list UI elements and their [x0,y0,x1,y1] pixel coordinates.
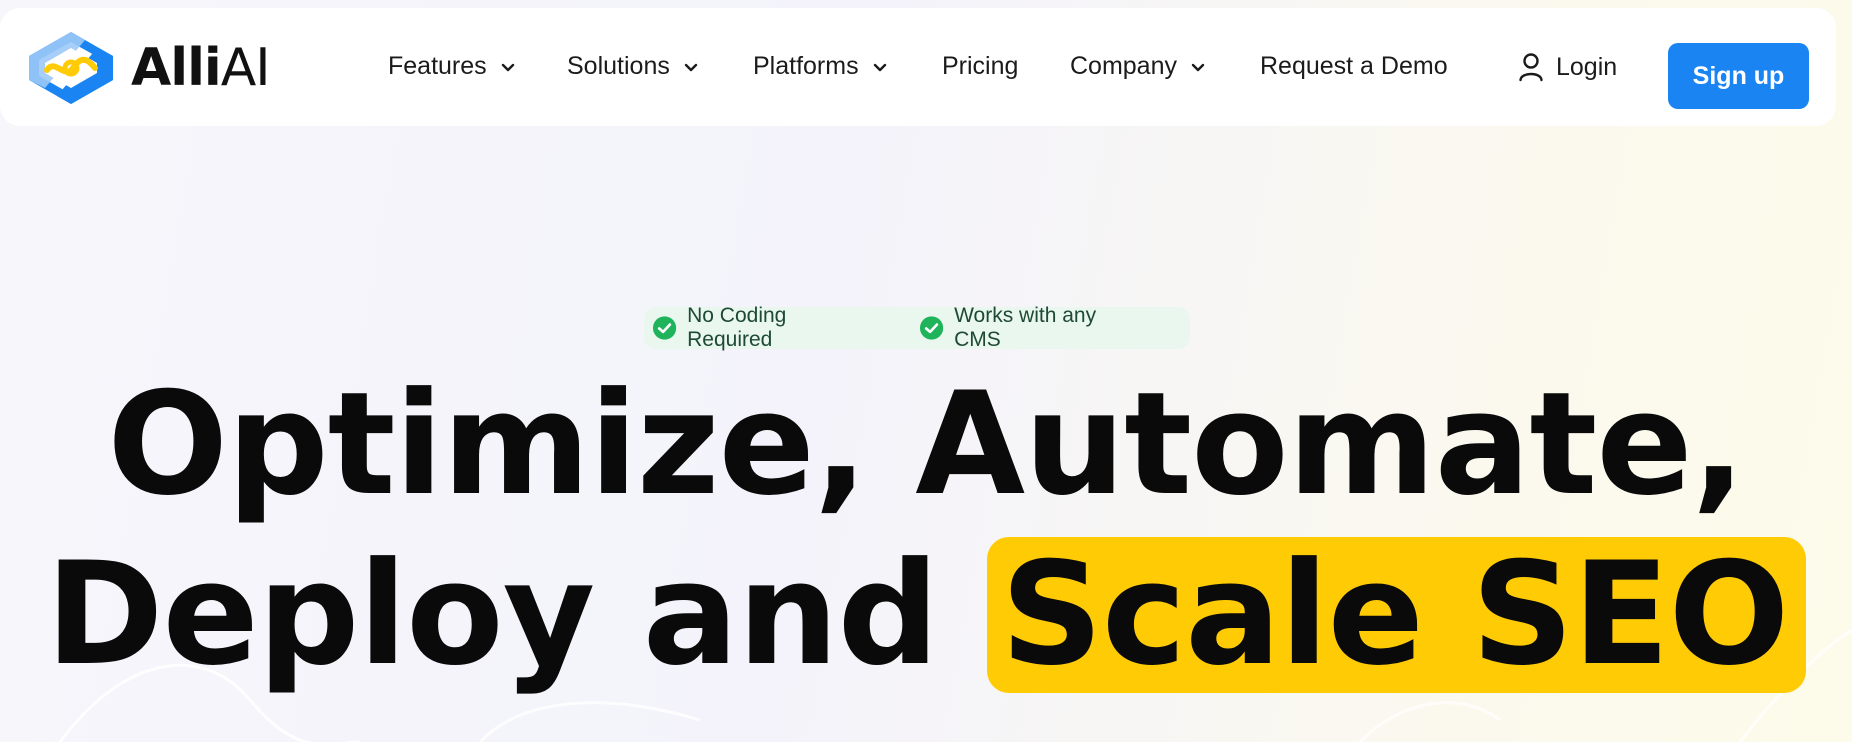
nav-request-demo-label: Request a Demo [1260,52,1448,80]
logo-wordmark: AlliAI [131,42,271,94]
login-label: Login [1556,52,1618,81]
user-icon [1519,53,1543,82]
nav-solutions-label: Solutions [567,52,670,80]
login-link[interactable]: Login [1518,52,1617,82]
logo-word-light: AI [220,38,271,98]
nav-features-label: Features [388,52,487,80]
alliai-logo[interactable]: AlliAI [25,28,271,108]
headline-highlight: Scale SEO [986,537,1807,693]
nav-platforms-label: Platforms [753,52,859,80]
feature-badges: No Coding Required Works with any CMS [644,304,1190,352]
nav-platforms[interactable]: Platforms [753,52,889,81]
signup-button[interactable]: Sign up [1668,43,1809,109]
headline-line-1: Optimize, Automate, [107,362,1745,527]
logo-word-bold: Alli [131,38,222,98]
top-navbar: AlliAI Features Solutions Platforms Pric… [0,8,1836,126]
badge-any-cms: Works with any CMS [919,304,1142,352]
nav-company[interactable]: Company [1070,52,1207,81]
nav-company-label: Company [1070,52,1177,80]
badge-no-coding: No Coding Required [652,304,871,352]
chevron-down-icon [501,63,514,71]
nav-pricing-label: Pricing [942,52,1019,80]
headline-line-2-plain: Deploy and [45,532,940,697]
chevron-down-icon [873,63,886,71]
badge-any-cms-label: Works with any CMS [954,304,1097,351]
nav-features[interactable]: Features [388,52,517,81]
alliai-logo-icon [29,32,113,104]
chevron-down-icon [1191,63,1205,71]
hero-headline: Optimize, Automate, Deploy and Scale SEO [0,360,1852,700]
nav-pricing[interactable]: Pricing [942,52,1018,81]
headline-line-2: Deploy and Scale SEO [0,530,1852,700]
chevron-down-icon [684,63,698,71]
nav-request-demo[interactable]: Request a Demo [1260,52,1448,81]
badge-no-coding-label: No Coding Required [687,304,787,351]
check-circle-icon [919,316,944,340]
nav-solutions[interactable]: Solutions [567,52,700,81]
check-circle-icon [652,316,677,340]
